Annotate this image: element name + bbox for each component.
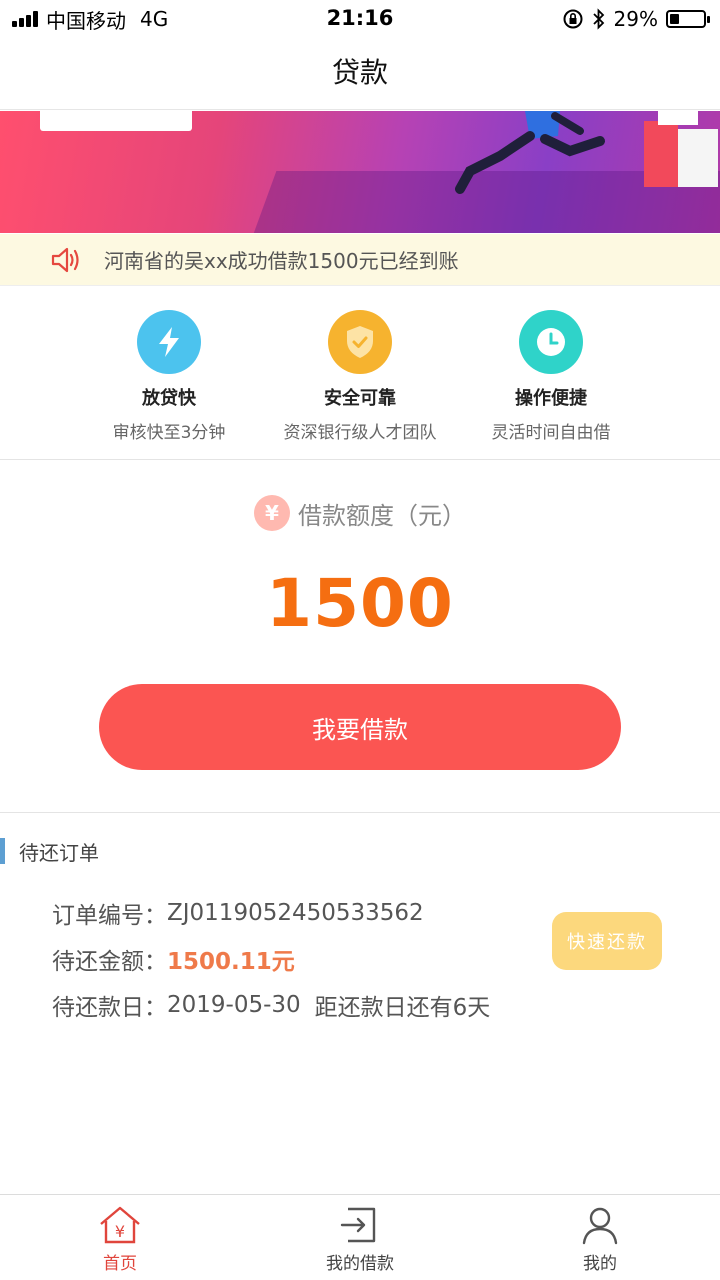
feature-title: 放贷快 (142, 388, 196, 409)
feature-list: 放贷快 审核快至3分钟 安全可靠 资深银行级人才团队 操作便捷 灵活时间自由借 (0, 288, 720, 460)
yen-icon: ¥ (254, 495, 290, 531)
banner-tag (40, 111, 192, 131)
order-number: ZJ0119052450533562 (167, 900, 424, 926)
feature-desc: 灵活时间自由借 (491, 423, 611, 443)
feature-title: 操作便捷 (515, 388, 587, 409)
feature-title: 安全可靠 (324, 388, 396, 409)
tab-home[interactable]: ¥ 首页 (40, 1205, 200, 1274)
my-loans-icon (340, 1207, 376, 1243)
pending-orders-header: 待还订单 (0, 838, 99, 865)
runner-illustration (455, 111, 605, 194)
due-date-row: 待还款日： 2019-05-30 距还款日还有6天 (52, 982, 490, 1028)
user-icon (582, 1207, 618, 1245)
orientation-lock-icon (563, 9, 583, 29)
clock-icon (519, 310, 583, 374)
feature-fast-loan: 放贷快 审核快至3分钟 (69, 310, 269, 443)
feature-secure: 安全可靠 资深银行级人才团队 (260, 310, 460, 443)
battery-icon (666, 10, 710, 28)
page-title: 贷款 (331, 56, 388, 89)
order-number-row: 订单编号： ZJ0119052450533562 (52, 890, 490, 936)
feature-convenient: 操作便捷 灵活时间自由借 (451, 310, 651, 443)
loan-amount: 1500 (266, 565, 454, 642)
order-number-label: 订单编号： (52, 903, 167, 929)
tab-label: 首页 (103, 1254, 137, 1274)
shield-check-icon (328, 310, 392, 374)
quick-repay-button[interactable]: 快速还款 (552, 912, 662, 970)
repay-amount-row: 待还金额： 1500.11元 (52, 936, 490, 982)
pending-order: 订单编号： ZJ0119052450533562 待还金额： 1500.11元 … (52, 890, 490, 1028)
tab-label: 我的借款 (326, 1254, 394, 1274)
borrow-button[interactable]: 我要借款 (99, 684, 621, 770)
repay-amount-label: 待还金额： (52, 949, 167, 975)
status-bar: 中国移动 4G 21:16 29% (0, 0, 720, 38)
battery-percent: 29% (613, 7, 658, 31)
feature-desc: 审核快至3分钟 (112, 423, 226, 443)
pending-orders-title: 待还订单 (19, 840, 99, 865)
nav-bar: 贷款 (0, 38, 720, 110)
home-icon: ¥ (100, 1206, 140, 1244)
tab-my-loans[interactable]: 我的借款 (280, 1205, 440, 1274)
due-remaining: 距还款日还有6天 (314, 995, 491, 1021)
notice-text: 河南省的吴xx成功借款1500元已经到账 (104, 249, 459, 273)
promo-banner[interactable] (0, 111, 720, 233)
notice-bar: 河南省的吴xx成功借款1500元已经到账 (0, 234, 720, 286)
lightning-icon (137, 310, 201, 374)
gift-box-illustration (644, 111, 718, 187)
tab-bar: ¥ 首页 我的借款 我的 (0, 1194, 720, 1280)
due-date: 2019-05-30 (167, 992, 301, 1018)
loan-panel: ¥ 借款额度（元） 1500 我要借款 (0, 461, 720, 813)
due-date-label: 待还款日： (52, 995, 167, 1021)
tab-profile[interactable]: 我的 (520, 1205, 680, 1274)
tab-label: 我的 (583, 1254, 617, 1274)
bluetooth-icon (592, 8, 604, 30)
svg-text:¥: ¥ (115, 1222, 125, 1241)
quota-label-row: ¥ 借款额度（元） (0, 495, 720, 531)
section-marker (0, 838, 5, 864)
speaker-icon (51, 247, 79, 272)
feature-desc: 资深银行级人才团队 (283, 423, 437, 443)
quota-label: 借款额度（元） (298, 501, 466, 530)
repay-amount: 1500.11元 (167, 949, 295, 975)
